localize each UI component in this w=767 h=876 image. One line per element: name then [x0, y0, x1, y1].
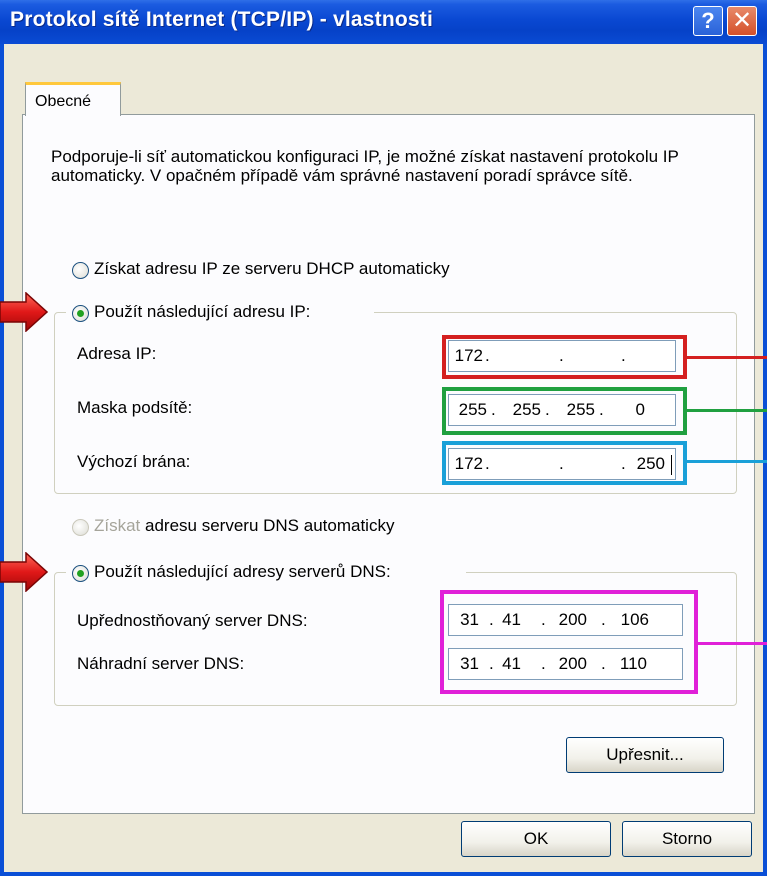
gateway-highlight-line	[687, 460, 767, 463]
mask-highlight-box	[442, 387, 687, 435]
window-title: Protokol sítě Internet (TCP/IP) - vlastn…	[10, 8, 434, 31]
radio-ip-auto[interactable]	[72, 262, 89, 279]
default-gateway-label: Výchozí brána:	[77, 452, 191, 471]
ip-highlight-line	[687, 356, 767, 359]
arrow-dns-manual-icon	[0, 552, 48, 592]
help-button[interactable]: ?	[693, 6, 723, 36]
radio-ip-auto-label[interactable]: Získat adresu IP ze serveru DHCP automat…	[94, 259, 450, 279]
dns-highlight-line	[698, 642, 767, 645]
subnet-mask-label: Maska podsítě:	[77, 398, 193, 417]
alternate-dns-label: Náhradní server DNS:	[77, 654, 245, 673]
ip-address-label: Adresa IP:	[77, 344, 157, 363]
ok-button[interactable]: OK	[461, 821, 611, 857]
mask-highlight-line	[687, 409, 767, 412]
radio-dns-manual-label[interactable]: Použít následující adresy serverů DNS:	[94, 562, 391, 582]
tab-general[interactable]: Obecné	[25, 82, 121, 116]
intro-text: Podporuje-li síť automatickou konfigurac…	[51, 147, 679, 185]
dns-highlight-box	[440, 590, 698, 694]
gateway-highlight-box	[442, 441, 687, 485]
radio-ip-manual-label[interactable]: Použít následující adresu IP:	[94, 302, 310, 322]
title-bar[interactable]: Protokol sítě Internet (TCP/IP) - vlastn…	[0, 0, 767, 44]
radio-ip-manual[interactable]	[72, 305, 89, 322]
close-button[interactable]: ✕	[727, 6, 757, 36]
cancel-button[interactable]: Storno	[622, 821, 752, 857]
radio-dns-auto[interactable]	[72, 519, 89, 536]
radio-dns-manual[interactable]	[72, 565, 89, 582]
ip-highlight-box	[442, 335, 687, 379]
preferred-dns-label: Upřednostňovaný server DNS:	[77, 611, 308, 630]
advanced-button[interactable]: Upřesnit...	[566, 737, 724, 773]
arrow-ip-manual-icon	[0, 292, 48, 332]
radio-dns-auto-label[interactable]: Získat adresu serveru DNS automaticky	[94, 516, 394, 536]
